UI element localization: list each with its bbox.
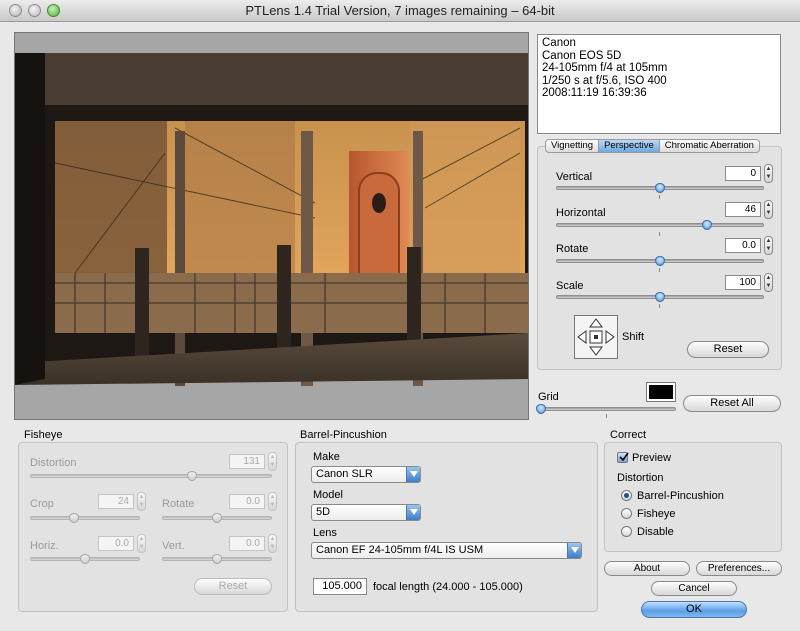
make-label: Make [313, 451, 340, 463]
radio-disable[interactable] [621, 526, 632, 537]
make-select[interactable]: Canon SLR [311, 466, 421, 483]
fisheye-rotate-field[interactable]: 0.0 [229, 494, 265, 509]
fisheye-reset-button[interactable]: Reset [194, 578, 272, 595]
horizontal-slider[interactable] [556, 220, 764, 230]
slider-tick [659, 268, 660, 272]
slider-tick [659, 304, 660, 308]
reset-all-button[interactable]: Reset All [683, 395, 781, 412]
tab-vignetting[interactable]: Vignetting [546, 140, 600, 152]
distortion-label: Distortion [617, 472, 664, 484]
fisheye-crop-slider[interactable] [30, 513, 140, 523]
window-title: PTLens 1.4 Trial Version, 7 images remai… [245, 3, 555, 18]
tab-chromatic-aberration[interactable]: Chromatic Aberration [660, 140, 759, 152]
exif-info: Canon Canon EOS 5D 24-105mm f/4 at 105mm… [537, 34, 781, 134]
tab-perspective[interactable]: Perspective [599, 140, 660, 152]
correct-section-title: Correct [610, 429, 647, 441]
fisheye-distortion-label: Distortion [30, 457, 77, 469]
radio-fisheye-label: Fisheye [637, 508, 676, 520]
grid-color-fill [649, 385, 673, 399]
rotate-stepper[interactable]: ▲ ▼ [764, 236, 773, 255]
shift-arrows-icon [577, 318, 615, 356]
fisheye-vert-label: Vert. [162, 540, 185, 552]
grid-slider-thumb[interactable] [536, 404, 546, 414]
scale-stepper[interactable]: ▲ ▼ [764, 273, 773, 292]
model-select[interactable]: 5D [311, 504, 421, 521]
shift-control[interactable] [574, 315, 618, 359]
fisheye-horiz-stepper[interactable]: ▲ ▼ [137, 534, 146, 553]
radio-barrel-pincushion[interactable] [621, 490, 632, 501]
rotate-label: Rotate [556, 243, 589, 255]
exif-line: Canon [542, 37, 576, 49]
rotate-value-field[interactable]: 0.0 [725, 238, 761, 253]
fisheye-vert-field[interactable]: 0.0 [229, 536, 265, 551]
grid-slider[interactable] [536, 404, 676, 414]
lens-label: Lens [313, 527, 337, 539]
vertical-stepper[interactable]: ▲ ▼ [764, 164, 773, 183]
radio-barrel-pincushion-label: Barrel-Pincushion [637, 490, 724, 502]
shift-label: Shift [622, 331, 645, 343]
horizontal-value-field[interactable]: 46 [725, 202, 761, 217]
vertical-slider[interactable] [556, 183, 764, 193]
fisheye-horiz-slider[interactable] [30, 554, 140, 564]
radio-fisheye[interactable] [621, 508, 632, 519]
vertical-value-field[interactable]: 0 [725, 166, 761, 181]
fisheye-rotate-stepper[interactable]: ▲ ▼ [268, 492, 277, 511]
perspective-reset-button[interactable]: Reset [687, 341, 769, 358]
image-preview[interactable] [14, 32, 529, 420]
slider-tick [659, 195, 660, 199]
fisheye-distortion-slider[interactable] [30, 471, 272, 481]
grid-color-swatch[interactable] [646, 382, 676, 402]
scale-label: Scale [556, 280, 584, 292]
slider-tick [659, 232, 660, 236]
fisheye-vert-slider[interactable] [162, 554, 272, 564]
grid-label: Grid [538, 391, 559, 403]
fisheye-distortion-thumb[interactable] [186, 471, 197, 481]
scale-slider[interactable] [556, 292, 764, 302]
lens-select[interactable]: Canon EF 24-105mm f/4L IS USM [311, 542, 582, 559]
vertical-label: Vertical [556, 171, 593, 183]
exif-line: 1/250 s at f/5.6, ISO 400 [542, 74, 667, 87]
fisheye-rotate-label: Rotate [162, 498, 195, 510]
rotate-slider[interactable] [556, 256, 764, 266]
photo-image [15, 53, 528, 386]
lens-select-value: Canon EF 24-105mm f/4L IS USM [316, 544, 484, 556]
fisheye-horiz-label: Horiz. [30, 540, 59, 552]
preview-label: Preview [632, 452, 672, 464]
about-button[interactable]: About [604, 561, 690, 576]
exif-line: Canon EOS 5D [542, 49, 622, 62]
model-label: Model [313, 489, 343, 501]
fisheye-horiz-field[interactable]: 0.0 [98, 536, 134, 551]
exif-line: 2008:11:19 16:39:36 [542, 87, 647, 100]
fisheye-distortion-field[interactable]: 131 [229, 454, 265, 469]
cancel-button[interactable]: Cancel [651, 581, 737, 596]
check-icon [619, 452, 629, 462]
preferences-button[interactable]: Preferences... [696, 561, 782, 576]
ok-button[interactable]: OK [641, 601, 747, 618]
horizontal-label: Horizontal [556, 207, 606, 219]
focal-length-field[interactable]: 105.000 [313, 578, 367, 595]
slider-tick [606, 414, 607, 418]
fisheye-crop-field[interactable]: 24 [98, 494, 134, 509]
tab-bar: Vignetting Perspective Chromatic Aberrat… [545, 139, 760, 153]
model-select-value: 5D [316, 506, 331, 518]
focal-length-range: focal length (24.000 - 105.000) [373, 581, 523, 593]
preview-checkbox[interactable] [617, 452, 629, 463]
barrel-section-title: Barrel-Pincushion [300, 429, 387, 441]
fisheye-crop-stepper[interactable]: ▲ ▼ [137, 492, 146, 511]
fisheye-crop-label: Crop [30, 498, 54, 510]
fisheye-distortion-stepper[interactable]: ▲ ▼ [268, 452, 277, 471]
fisheye-rotate-slider[interactable] [162, 513, 272, 523]
chevron-down-icon [406, 505, 420, 520]
fisheye-vert-stepper[interactable]: ▲ ▼ [268, 534, 277, 553]
exif-line: 24-105mm f/4 at 105mm [542, 62, 668, 75]
chevron-down-icon [406, 467, 420, 482]
chevron-down-icon [567, 543, 581, 558]
radio-disable-label: Disable [637, 526, 674, 538]
fisheye-section-title: Fisheye [24, 429, 63, 441]
make-select-value: Canon SLR [316, 468, 373, 480]
scale-value-field[interactable]: 100 [725, 275, 761, 290]
horizontal-stepper[interactable]: ▲ ▼ [764, 200, 773, 219]
